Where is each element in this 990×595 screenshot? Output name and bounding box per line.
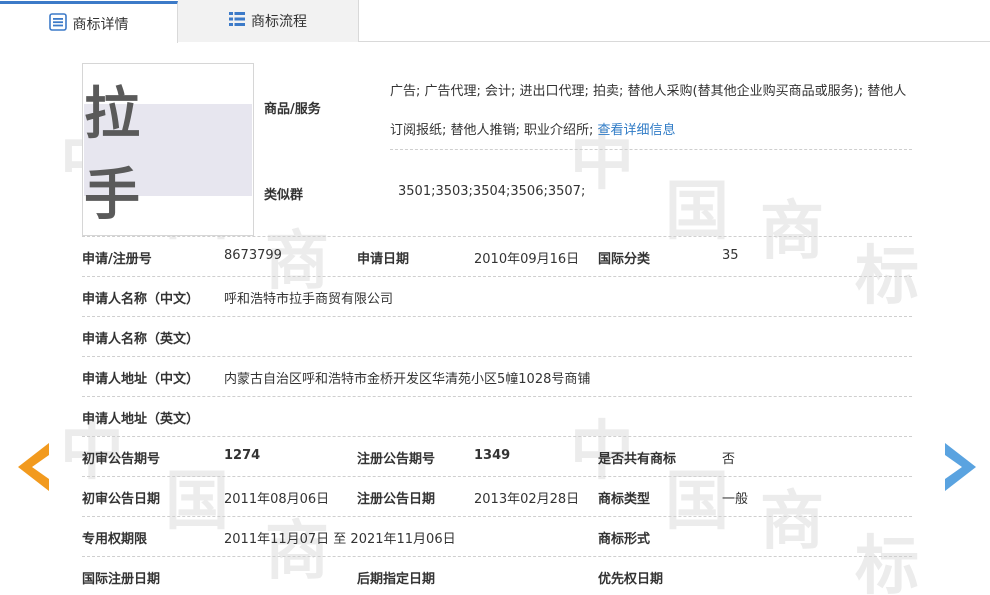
divider bbox=[82, 556, 912, 557]
similar-group-value: 3501;3503;3504;3506;3507; bbox=[398, 184, 586, 199]
watermark-char: 商 bbox=[760, 194, 824, 269]
divider bbox=[82, 396, 912, 397]
later-date-label: 后期指定日期 bbox=[357, 572, 436, 587]
tm-type-label: 商标类型 bbox=[598, 492, 651, 507]
applicant-en-label: 申请人名称（英文） bbox=[82, 332, 200, 347]
exclusive-period-label: 专用权期限 bbox=[82, 532, 148, 547]
tm-form-label: 商标形式 bbox=[598, 532, 651, 547]
address-cn-label: 申请人地址（中文） bbox=[82, 372, 200, 387]
applicant-cn-value: 呼和浩特市拉手商贸有限公司 bbox=[224, 292, 394, 307]
apply-date-label: 申请日期 bbox=[357, 252, 410, 267]
intl-class-label: 国际分类 bbox=[598, 252, 651, 267]
priority-date-label: 优先权日期 bbox=[598, 572, 664, 587]
prelim-date-value: 2011年08月06日 bbox=[224, 492, 330, 507]
divider bbox=[390, 149, 912, 150]
tab-bar: 商标详情 商标流程 bbox=[0, 0, 990, 43]
divider bbox=[82, 516, 912, 517]
trademark-image: 拉 手 bbox=[82, 63, 254, 236]
address-en-label: 申请人地址（英文） bbox=[82, 412, 200, 427]
tab-trademark-detail[interactable]: 商标详情 bbox=[0, 1, 178, 43]
reg-notice-no-value: 1349 bbox=[474, 448, 511, 463]
trademark-image-text: 拉 手 bbox=[84, 82, 160, 228]
shared-value: 否 bbox=[722, 452, 736, 467]
divider bbox=[82, 356, 912, 357]
reg-notice-no-label: 注册公告期号 bbox=[357, 452, 436, 467]
prelim-no-label: 初审公告期号 bbox=[82, 452, 161, 467]
divider bbox=[82, 476, 912, 477]
reg-notice-date-value: 2013年02月28日 bbox=[474, 492, 580, 507]
tm-type-value: 一般 bbox=[722, 492, 749, 507]
divider bbox=[82, 316, 912, 317]
prelim-date-label: 初审公告日期 bbox=[82, 492, 161, 507]
watermark-char: 中 bbox=[570, 414, 634, 489]
trademark-image-content: 拉 手 bbox=[84, 82, 252, 228]
apply-date-value: 2010年09月16日 bbox=[474, 252, 580, 267]
intl-reg-date-label: 国际注册日期 bbox=[82, 572, 161, 587]
watermark-char: 国 bbox=[165, 464, 229, 539]
applicant-cn-label: 申请人名称（中文） bbox=[82, 292, 200, 307]
goods-text-block: 广告; 广告代理; 会计; 进出口代理; 拍卖; 替他人采购(替其他企业购买商品… bbox=[390, 72, 915, 150]
tab-label: 商标流程 bbox=[251, 14, 307, 30]
goods-label: 商品/服务 bbox=[264, 102, 321, 117]
flow-list-icon bbox=[229, 11, 245, 31]
detail-list-icon bbox=[48, 12, 67, 35]
reg-notice-date-label: 注册公告日期 bbox=[357, 492, 436, 507]
reg-no-label: 申请/注册号 bbox=[82, 252, 152, 267]
watermark-char: 标 bbox=[855, 239, 919, 314]
tab-label: 商标详情 bbox=[72, 16, 129, 33]
intl-class-value: 35 bbox=[722, 248, 739, 263]
exclusive-period-value: 2011年11月07日 至 2021年11月06日 bbox=[224, 532, 456, 547]
divider bbox=[82, 236, 912, 237]
prelim-no-value: 1274 bbox=[224, 448, 261, 463]
reg-no-value: 8673799 bbox=[224, 248, 282, 263]
divider bbox=[82, 436, 912, 437]
next-arrow-icon[interactable] bbox=[944, 443, 976, 491]
address-cn-value: 内蒙古自治区呼和浩特市金桥开发区华清苑小区5幢1028号商铺 bbox=[224, 372, 591, 387]
shared-label: 是否共有商标 bbox=[598, 452, 677, 467]
watermark-char: 国 bbox=[665, 174, 729, 249]
prev-arrow-icon[interactable] bbox=[18, 443, 50, 491]
tab-trademark-flow[interactable]: 商标流程 bbox=[178, 0, 359, 42]
similar-group-label: 类似群 bbox=[264, 188, 304, 203]
view-details-link[interactable]: 查看详细信息 bbox=[598, 123, 676, 138]
watermark-char: 标 bbox=[855, 529, 919, 595]
divider bbox=[82, 276, 912, 277]
